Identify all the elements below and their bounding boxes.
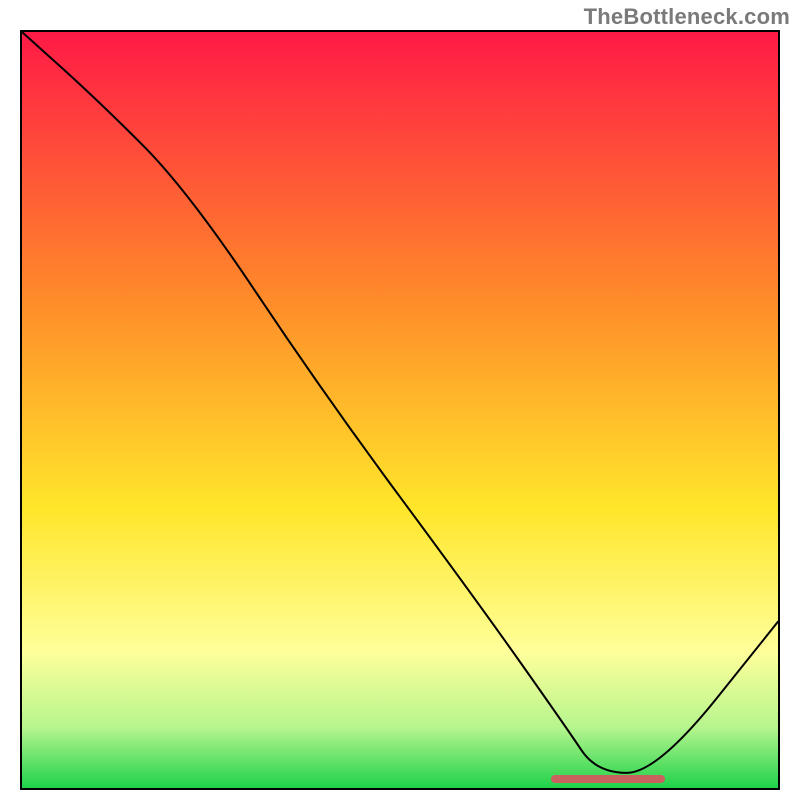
chart-stage: TheBottleneck.com (0, 0, 800, 800)
watermark-text: TheBottleneck.com (584, 4, 790, 30)
bottleneck-curve (22, 32, 778, 788)
plot-area (20, 30, 780, 790)
optimal-zone-marker (551, 775, 664, 783)
